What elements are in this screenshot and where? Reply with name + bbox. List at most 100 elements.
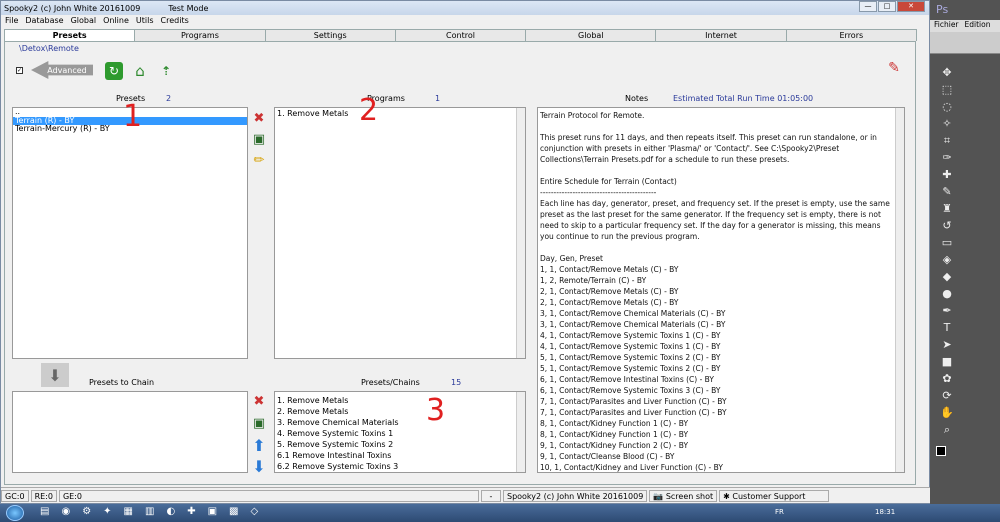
list-item[interactable]: 3. Remove Chemical Materials	[275, 417, 525, 428]
programs-scrollbar[interactable]	[516, 108, 525, 358]
type-tool-icon[interactable]: T	[937, 319, 957, 336]
advanced-label: Advanced	[47, 65, 87, 75]
foreground-color[interactable]	[936, 446, 946, 456]
ps-menu-fichier[interactable]: Fichier	[934, 20, 959, 32]
advanced-checkbox[interactable]: ✓	[16, 67, 23, 74]
stamp-tool-icon[interactable]: ♜	[937, 200, 957, 217]
menu-credits[interactable]: Credits	[161, 16, 189, 27]
tab-errors[interactable]: Errors	[785, 29, 917, 41]
list-item[interactable]: 1. Remove Metals	[275, 109, 525, 119]
word-icon[interactable]: ▥	[145, 506, 154, 517]
menu-utils[interactable]: Utils	[136, 16, 154, 27]
rotate-tool-icon[interactable]: ⟳	[937, 387, 957, 404]
save-chain-icon[interactable]: ▣	[250, 414, 268, 432]
minimize-button[interactable]: —	[859, 1, 877, 12]
list-item[interactable]: 2. Remove Metals	[275, 406, 525, 417]
network-icon[interactable]: ✚	[187, 506, 195, 517]
notes-text[interactable]: Terrain Protocol for Remote. This preset…	[537, 107, 905, 473]
home-icon[interactable]: ⌂	[131, 62, 149, 80]
photoshop-icon[interactable]: ▩	[229, 506, 238, 517]
list-item[interactable]: 6.2 Remove Systemic Toxins 3	[275, 461, 525, 472]
explorer-icon[interactable]: ▤	[40, 506, 49, 517]
status-dash: -	[480, 489, 501, 502]
tab-internet[interactable]: Internet	[655, 29, 787, 41]
heal-tool-icon[interactable]: ✚	[937, 166, 957, 183]
delete-chain-icon[interactable]: ✖	[250, 392, 268, 410]
presets-chains-label: Presets/Chains	[361, 378, 420, 387]
firefox-icon[interactable]: ◉	[61, 506, 70, 517]
excel-icon[interactable]: ▦	[124, 506, 133, 517]
arrow-down-icon[interactable]: ⬇	[41, 363, 69, 387]
lasso-tool-icon[interactable]: ◌	[937, 98, 957, 115]
tab-bar: Presets Programs Settings Control Global…	[4, 29, 917, 41]
screenshot-button[interactable]: 📷 Screen shot	[649, 489, 718, 502]
tab-global[interactable]: Global	[525, 29, 657, 41]
notes-label: Notes	[625, 94, 649, 103]
clock[interactable]: 18:31	[875, 508, 895, 516]
maximize-button[interactable]: □	[878, 1, 896, 12]
chain-list[interactable]	[12, 391, 248, 473]
marquee-tool-icon[interactable]: ⬚	[937, 81, 957, 98]
pen-tool-icon[interactable]: ✒	[937, 302, 957, 319]
menu-global[interactable]: Global	[71, 16, 97, 27]
presets-chains-count: 15	[451, 378, 462, 387]
history-brush-icon[interactable]: ↺	[937, 217, 957, 234]
move-tool-icon[interactable]: ✥	[937, 64, 957, 81]
tab-settings[interactable]: Settings	[264, 29, 396, 41]
shape-tool-icon[interactable]: ■	[937, 353, 957, 370]
edit-icon[interactable]: ✏	[250, 151, 268, 169]
camera-icon: 📷	[653, 491, 666, 501]
zoom-tool-icon[interactable]: ⌕	[937, 421, 957, 438]
tab-programs[interactable]: Programs	[134, 29, 266, 41]
chain-label: Presets to Chain	[89, 378, 155, 387]
hand-tool-icon[interactable]: ✋	[937, 404, 957, 421]
window-title: Spooky2 (c) John White 20161009	[4, 3, 141, 13]
save-icon[interactable]: ▣	[250, 130, 268, 148]
eyedropper-tool-icon[interactable]: ✑	[937, 149, 957, 166]
notes-scrollbar[interactable]	[895, 108, 904, 472]
run-time: Estimated Total Run Time 01:05:00	[673, 94, 814, 103]
chains-scrollbar[interactable]	[516, 392, 525, 472]
crop-tool-icon[interactable]: ⌗	[937, 132, 957, 149]
3d-tool-icon[interactable]: ✿	[937, 370, 957, 387]
presets-chains-list[interactable]: 1. Remove Metals 2. Remove Metals 3. Rem…	[274, 391, 526, 473]
tab-presets[interactable]: Presets	[4, 29, 136, 41]
menu-database[interactable]: Database	[25, 16, 63, 27]
start-button[interactable]	[6, 505, 24, 521]
brush-tool-icon[interactable]: ✎	[937, 183, 957, 200]
close-button[interactable]: ✕	[897, 1, 925, 12]
status-app: Spooky2 (c) John White 20161009	[502, 489, 648, 502]
support-button[interactable]: ✱ Customer Support	[719, 489, 830, 502]
other-icon[interactable]: ◇	[250, 506, 258, 517]
menu-online[interactable]: Online	[103, 16, 129, 27]
erase-icon[interactable]: ✎	[885, 59, 903, 77]
blur-tool-icon[interactable]: ◆	[937, 268, 957, 285]
menu-bar: File Database Global Online Utils Credit…	[1, 16, 196, 27]
ps-menu-edition[interactable]: Edition	[965, 20, 991, 32]
app-icon[interactable]: ⚙	[82, 506, 91, 517]
presets-list[interactable]: .. Terrain (R) - BY Terrain-Mercury (R) …	[12, 107, 248, 359]
refresh-icon[interactable]: ↻	[105, 62, 123, 80]
programs-list[interactable]: 1. Remove Metals	[274, 107, 526, 359]
tab-control[interactable]: Control	[394, 29, 527, 41]
notes-icon[interactable]: ▣	[208, 506, 217, 517]
media-icon[interactable]: ◐	[166, 506, 175, 517]
spooky-icon[interactable]: ✦	[103, 506, 111, 517]
list-item[interactable]: 5. Remove Systemic Toxins 2	[275, 439, 525, 450]
move-down-icon[interactable]: ⬇	[250, 457, 268, 476]
delete-preset-icon[interactable]: ✖	[250, 109, 268, 127]
eraser-tool-icon[interactable]: ▭	[937, 234, 957, 251]
annotation-1: 1	[123, 99, 143, 134]
fill-tool-icon[interactable]: ◈	[937, 251, 957, 268]
menu-file[interactable]: File	[5, 16, 18, 27]
move-up-icon[interactable]: ⬆	[250, 436, 268, 455]
dodge-tool-icon[interactable]: ●	[937, 285, 957, 302]
support-icon: ✱	[723, 491, 733, 501]
list-item[interactable]: 4. Remove Systemic Toxins 1	[275, 428, 525, 439]
path-select-icon[interactable]: ➤	[937, 336, 957, 353]
list-item[interactable]: 6.1 Remove Intestinal Toxins	[275, 450, 525, 461]
wand-tool-icon[interactable]: ✧	[937, 115, 957, 132]
list-item[interactable]: 1. Remove Metals	[275, 395, 525, 406]
up-folder-icon[interactable]: ⇡	[157, 62, 175, 80]
language-indicator[interactable]: FR	[775, 508, 784, 516]
